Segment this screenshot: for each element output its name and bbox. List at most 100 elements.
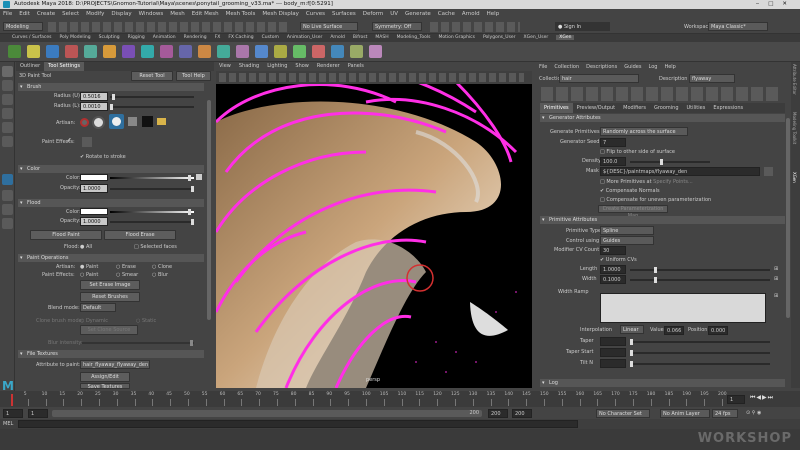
shelf-tab-rigging[interactable]: Rigging [128, 35, 145, 40]
flood-color-slider[interactable] [110, 209, 194, 215]
menu-windows[interactable]: Windows [139, 11, 164, 17]
width-field[interactable]: 0.1000 [600, 275, 626, 284]
brush-profile-selected-icon[interactable] [109, 114, 124, 129]
menu-mesh-tools[interactable]: Mesh Tools [226, 11, 256, 17]
reset-tool-button[interactable]: Reset Tool [131, 71, 173, 81]
more-primitives-checkbox[interactable]: □ More Primitives at Specify Points... [600, 179, 693, 185]
shelf-tool-icon[interactable] [27, 45, 40, 58]
paint-select-icon[interactable] [2, 94, 13, 105]
fps-dropdown[interactable]: 24 fps [712, 409, 738, 418]
flood-section-header[interactable]: Flood [18, 199, 204, 207]
shelf-tab-fx[interactable]: FX [215, 35, 221, 40]
shelf-tool-icon[interactable] [217, 45, 230, 58]
shelf-tab-polygons-user[interactable]: Polygons_User [483, 35, 516, 40]
xgen-toolbar-icons[interactable] [541, 87, 781, 101]
taper-slider[interactable] [630, 339, 770, 345]
shelf-tool-icon[interactable] [141, 45, 154, 58]
shelf-tab-xgen-user[interactable]: XGen_User [524, 35, 549, 40]
attribute-to-paint-dropdown[interactable]: hair_flyaway_flyaway_den [80, 360, 150, 369]
layout-four-icon[interactable] [2, 204, 13, 215]
paint-brush-icon[interactable]: ⁄⁄ [68, 138, 76, 146]
auto-key-icon[interactable]: ⊙ ⚲ ◉ [746, 410, 761, 416]
xgen-tab-grooming[interactable]: Grooming [650, 103, 683, 113]
brush-profile-image-icon[interactable] [142, 116, 153, 127]
viewport-menu-lighting[interactable]: Lighting [267, 63, 287, 69]
viewport-menu-panels[interactable]: Panels [348, 63, 364, 69]
width-ramp-expand-icon[interactable]: ⊞ [774, 293, 778, 299]
current-frame-marker[interactable] [11, 394, 13, 406]
shelf-tool-icon[interactable] [369, 45, 382, 58]
mode-dropdown[interactable]: Modeling [3, 22, 43, 31]
shelf-tool-icon[interactable] [350, 45, 363, 58]
shelf-tab-animation[interactable]: Animation [153, 35, 176, 40]
xgen-menu-collection[interactable]: Collection [554, 64, 579, 70]
shelf-tool-icon[interactable] [84, 45, 97, 58]
taper-field[interactable] [600, 337, 626, 346]
tab-tool-settings[interactable]: Tool Settings [44, 62, 84, 71]
xgen-menu-guides[interactable]: Guides [624, 64, 641, 70]
shelf-tool-icon[interactable] [331, 45, 344, 58]
shelf-tool-icon[interactable] [46, 45, 59, 58]
density-field[interactable]: 100.0 [600, 157, 626, 166]
viewport-menu-view[interactable]: View [219, 63, 231, 69]
side-tab-xgen[interactable]: XGen [792, 172, 797, 183]
value-field[interactable]: 0.066 [664, 326, 684, 335]
density-slider[interactable] [630, 159, 710, 165]
dynamic-radio[interactable]: ○ Dynamic [80, 318, 108, 324]
shelf-tool-icon[interactable] [65, 45, 78, 58]
color-picker-icon[interactable] [196, 174, 202, 180]
flood-opacity-slider[interactable] [110, 219, 194, 225]
menu-arnold[interactable]: Arnold [462, 11, 480, 17]
tool-help-button[interactable]: Tool Help [176, 71, 211, 81]
shelf-tab-bifrost[interactable]: Bifrost [353, 35, 368, 40]
xgen-menu-log[interactable]: Log [649, 64, 658, 70]
log-section-header[interactable]: Log [540, 379, 785, 387]
sign-in-button[interactable]: ● Sign In [555, 22, 610, 31]
shelf-tool-icon[interactable] [274, 45, 287, 58]
playback-start-field[interactable]: 1 [28, 409, 48, 418]
mask-expression-icon[interactable] [764, 167, 773, 176]
length-field[interactable]: 1.0000 [600, 265, 626, 274]
viewport-menu-renderer[interactable]: Renderer [317, 63, 340, 69]
length-slider[interactable] [630, 267, 770, 273]
workspace-dropdown[interactable]: Maya Classic* [708, 22, 768, 31]
pe-paint-radio[interactable]: ○ Paint [80, 272, 98, 278]
primitive-attributes-header[interactable]: Primitive Attributes [540, 216, 785, 224]
menu-modify[interactable]: Modify [86, 11, 104, 17]
shelf-tool-icon[interactable] [179, 45, 192, 58]
blur-intensity-slider[interactable] [82, 340, 194, 346]
shelf-tab-animation-user[interactable]: Animation_User [287, 35, 322, 40]
current-frame-field[interactable]: 1 [727, 395, 745, 404]
radius-l-slider[interactable] [110, 104, 194, 110]
folder-icon[interactable] [157, 118, 166, 125]
menu-curves[interactable]: Curves [306, 11, 325, 17]
shelf-tab-sculpting[interactable]: Sculpting [99, 35, 120, 40]
menu-mesh[interactable]: Mesh [170, 11, 184, 17]
xgen-menu-file[interactable]: File [539, 64, 547, 70]
menu-select[interactable]: Select [62, 11, 79, 17]
rotate-tool-icon[interactable] [2, 122, 13, 133]
shelf-tool-icon[interactable] [312, 45, 325, 58]
menu-display[interactable]: Display [111, 11, 131, 17]
menu-file[interactable]: File [3, 11, 12, 17]
shelf-tab-poly-modeling[interactable]: Poly Modeling [60, 35, 91, 40]
brush-section-header[interactable]: Brush [18, 83, 204, 91]
shelf-tool-icon[interactable] [255, 45, 268, 58]
shelf-tool-icon[interactable] [103, 45, 116, 58]
width-slider[interactable] [630, 277, 770, 283]
save-textures-button[interactable]: Save Textures [80, 383, 130, 390]
viewport-menu-shading[interactable]: Shading [239, 63, 259, 69]
file-textures-section-header[interactable]: File Textures [18, 350, 204, 358]
shelf-tab-xgen[interactable]: XGen [556, 35, 575, 40]
xgen-tab-primitives[interactable]: Primitives [540, 103, 573, 113]
brush-profile-square-icon[interactable] [128, 117, 137, 126]
status-toolbar-icons[interactable] [48, 22, 288, 32]
opacity-slider[interactable] [110, 186, 194, 192]
tilt-n-slider[interactable] [630, 361, 770, 367]
shelf-tab-mash[interactable]: MASH [375, 35, 388, 40]
menu-help[interactable]: Help [487, 11, 500, 17]
character-set-dropdown[interactable]: No Character Set [596, 409, 650, 418]
blend-mode-dropdown[interactable]: Default [80, 303, 116, 312]
shelf-tab-fx-caching[interactable]: FX Caching [228, 35, 253, 40]
menu-mesh-display[interactable]: Mesh Display [262, 11, 299, 17]
